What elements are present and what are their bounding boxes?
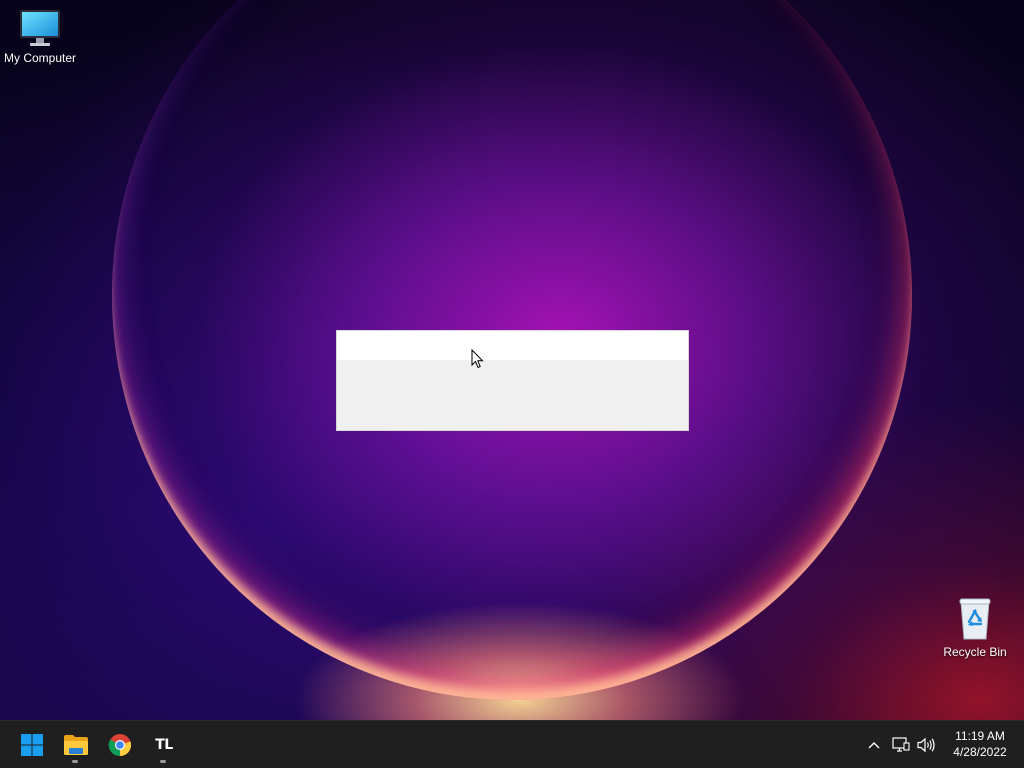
blank-popup-window[interactable] [336,330,689,431]
clock-time: 11:19 AM [955,729,1005,743]
desktop-icon-label: My Computer [3,51,77,65]
windows-start-icon [21,734,43,756]
clock-button[interactable]: 11:19 AM 4/28/2022 [940,728,1020,760]
taskbar: TL 11:19 AM 4/28/2022 [0,720,1024,768]
chrome-button[interactable] [100,725,140,765]
mouse-cursor-icon [471,349,484,369]
desktop-icon-recycle-bin[interactable]: Recycle Bin [935,596,1015,659]
volume-icon [917,737,935,753]
popup-title-bar[interactable] [337,331,688,360]
chrome-icon [108,734,132,757]
file-explorer-button[interactable] [56,725,96,765]
monitor-icon [20,10,60,46]
desktop-icon-my-computer[interactable]: My Computer [0,8,80,65]
clock-date: 4/28/2022 [953,745,1007,759]
folder-icon [64,735,88,755]
start-button[interactable] [12,725,52,765]
desktop: My Computer Recycle Bin [0,0,1024,720]
tl-app-icon: TL [155,737,173,753]
recycle-bin-icon [959,598,991,640]
running-indicator [160,760,166,763]
volume-button[interactable] [914,721,938,768]
running-indicator [72,760,78,763]
chevron-up-icon [868,742,880,749]
network-icon [892,737,910,752]
network-button[interactable] [889,721,913,768]
show-hidden-icons-button[interactable] [862,721,886,768]
tl-app-button[interactable]: TL [144,725,184,765]
desktop-icon-label: Recycle Bin [943,645,1007,659]
